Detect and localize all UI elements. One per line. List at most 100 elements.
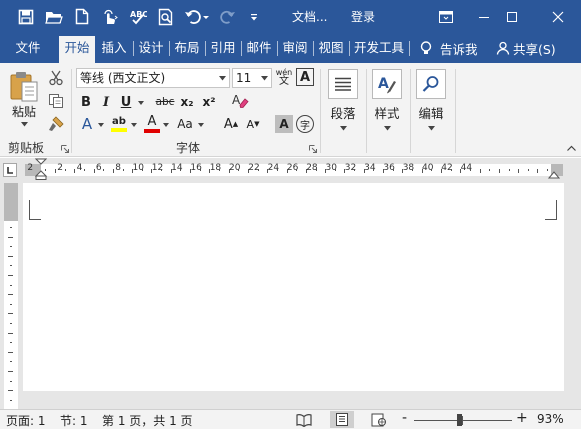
- change-case-button[interactable]: Aa: [175, 115, 195, 133]
- ruler-tick: [10, 399, 12, 401]
- save-icon[interactable]: [12, 0, 40, 33]
- font-dialog-launcher-icon[interactable]: [309, 145, 317, 153]
- tab-insert[interactable]: 插入: [98, 33, 130, 63]
- customize-qat-icon[interactable]: [242, 0, 266, 33]
- close-icon[interactable]: [540, 0, 576, 33]
- ruler-tick: [74, 169, 76, 173]
- tab-file[interactable]: 文件: [4, 33, 52, 63]
- tab-home[interactable]: 开始: [59, 36, 95, 63]
- chevron-down-icon[interactable]: [261, 76, 268, 81]
- character-shading-button[interactable]: A: [275, 115, 293, 133]
- tell-me-box[interactable]: 告诉我: [418, 33, 478, 63]
- italic-button[interactable]: I: [98, 93, 114, 111]
- font-name-combo[interactable]: 等线 (西文正文): [76, 68, 230, 88]
- font-size-combo[interactable]: 11: [232, 68, 272, 88]
- chevron-down-icon[interactable]: [98, 123, 104, 127]
- ruler-tick: [498, 169, 500, 173]
- ruler-tick: [93, 169, 95, 173]
- tab-references[interactable]: 引用: [207, 33, 239, 63]
- tab-view[interactable]: 视图: [315, 33, 347, 63]
- svg-text:ABC: ABC: [130, 10, 147, 19]
- undo-icon[interactable]: [180, 0, 214, 33]
- cut-icon[interactable]: [46, 68, 66, 88]
- clipboard-dialog-launcher-icon[interactable]: [61, 145, 69, 153]
- zoom-out-button[interactable]: -: [402, 410, 407, 426]
- styles-button[interactable]: A 样式: [366, 67, 408, 137]
- chevron-down-icon[interactable]: [219, 76, 226, 81]
- zoom-slider-track[interactable]: [414, 420, 512, 421]
- web-layout-icon[interactable]: [371, 413, 387, 427]
- zoom-slider-thumb[interactable]: [457, 414, 462, 426]
- new-doc-icon[interactable]: [68, 0, 96, 33]
- ribbon-display-options-icon[interactable]: [428, 0, 464, 33]
- editing-button[interactable]: 编辑: [410, 67, 452, 137]
- print-layout-button[interactable]: [330, 411, 354, 428]
- chevron-down-icon[interactable]: [198, 123, 204, 127]
- share-button[interactable]: 共享(S): [496, 33, 556, 63]
- tab-selector[interactable]: [3, 163, 17, 177]
- page-indicator[interactable]: 页面: 1: [6, 412, 46, 429]
- font-group-label: 字体: [176, 141, 201, 155]
- copy-icon[interactable]: [46, 91, 66, 111]
- subscript-button[interactable]: x₂: [178, 93, 196, 111]
- font-color-button[interactable]: A: [143, 114, 161, 134]
- tab-divider: [409, 41, 410, 56]
- tab-layout[interactable]: 布局: [171, 33, 203, 63]
- crop-mark-right: [556, 200, 557, 220]
- ruler-number: 4: [76, 163, 83, 173]
- zoom-level[interactable]: 93%: [537, 412, 564, 426]
- paste-label[interactable]: 粘贴: [9, 103, 39, 119]
- collapse-ribbon-icon[interactable]: [567, 145, 576, 151]
- maximize-icon[interactable]: [494, 0, 530, 33]
- underline-button[interactable]: U: [118, 93, 134, 111]
- read-mode-icon[interactable]: [296, 413, 312, 427]
- superscript-button[interactable]: x²: [200, 93, 218, 111]
- editing-label: 编辑: [418, 106, 444, 121]
- tab-review[interactable]: 审阅: [279, 33, 311, 63]
- phonetic-guide-button[interactable]: wén 文: [275, 66, 293, 90]
- zoom-in-button[interactable]: +: [516, 410, 528, 426]
- enclose-characters-button[interactable]: 字: [296, 115, 314, 133]
- grow-font-button[interactable]: A ▲: [222, 115, 240, 133]
- paste-icon[interactable]: [8, 69, 40, 103]
- spelling-check-icon[interactable]: ABC: [124, 0, 152, 33]
- shrink-font-button[interactable]: A ▼: [244, 115, 262, 133]
- ruler-tick: [344, 169, 346, 173]
- ruler-tick: [440, 169, 442, 173]
- bold-button[interactable]: B: [78, 93, 94, 111]
- highlight-button[interactable]: ab: [110, 114, 128, 134]
- ruler-tick: [64, 169, 66, 171]
- signin-link[interactable]: 登录: [351, 8, 375, 25]
- chevron-down-icon[interactable]: [21, 122, 28, 127]
- horizontal-ruler[interactable]: 2 2 4 6 8 10 12 14 16 18 20 22 24 26 28 30 32 34 36 38 40 42 4…: [25, 163, 563, 176]
- format-painter-icon[interactable]: [46, 114, 66, 134]
- vertical-ruler[interactable]: [4, 183, 18, 409]
- touch-mode-icon[interactable]: [96, 0, 124, 33]
- paragraph-label: 段落: [330, 106, 356, 121]
- open-folder-icon[interactable]: [40, 0, 68, 33]
- tab-design[interactable]: 设计: [135, 33, 167, 63]
- document-page[interactable]: [23, 183, 564, 391]
- tab-mailings[interactable]: 邮件: [243, 33, 275, 63]
- print-preview-icon[interactable]: [152, 0, 180, 33]
- section-indicator[interactable]: 节: 1: [60, 412, 88, 429]
- person-icon: [496, 41, 510, 55]
- chevron-down-icon[interactable]: [163, 123, 169, 127]
- indent-markers[interactable]: [35, 158, 47, 180]
- ruler-tick: [219, 169, 221, 171]
- ruler-tick: [479, 169, 481, 173]
- right-indent-marker[interactable]: [548, 168, 560, 180]
- clear-formatting-icon[interactable]: A: [230, 91, 250, 111]
- character-border-button[interactable]: A: [296, 68, 314, 86]
- font-name-value: 等线 (西文正文): [80, 71, 166, 85]
- ruler-tick: [8, 294, 13, 296]
- redo-icon[interactable]: [214, 0, 242, 33]
- ruler-tick: [10, 380, 12, 382]
- paragraph-button[interactable]: 段落: [322, 67, 364, 137]
- tab-developer[interactable]: 开发工具: [351, 33, 407, 63]
- chevron-down-icon[interactable]: [138, 101, 144, 105]
- page-count[interactable]: 第 1 页，共 1 页: [102, 412, 193, 429]
- chevron-down-icon[interactable]: [131, 123, 137, 127]
- text-effects-button[interactable]: A: [78, 114, 96, 134]
- strikethrough-button[interactable]: abc: [153, 93, 177, 111]
